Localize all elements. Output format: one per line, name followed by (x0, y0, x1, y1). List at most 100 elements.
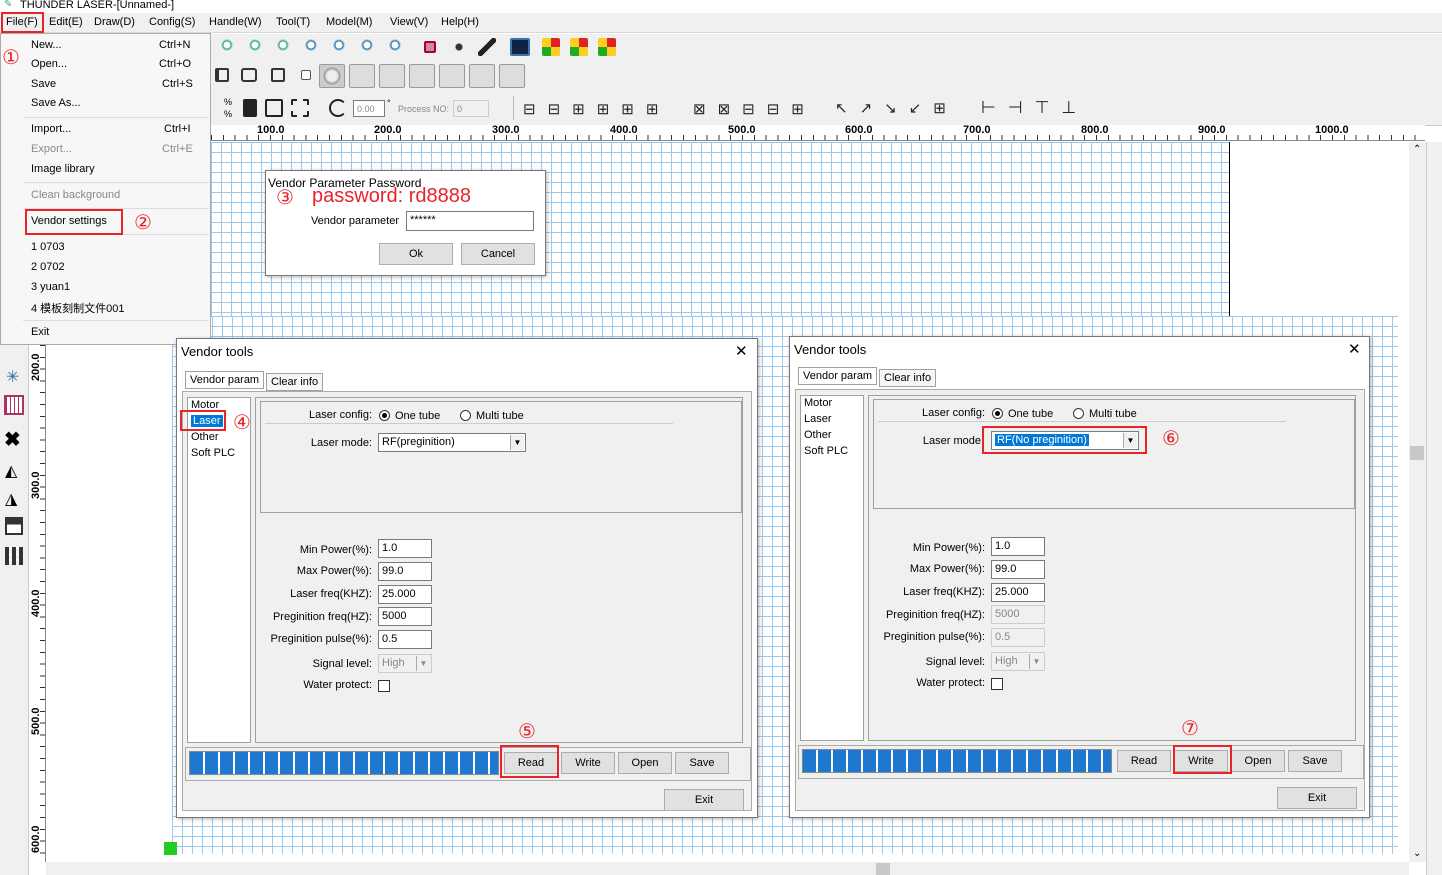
menu-item-recent-1[interactable]: 1 0703 (31, 241, 65, 253)
menu-item-exit[interactable]: Exit (31, 326, 49, 338)
list-item-laser[interactable]: Laser (804, 413, 832, 425)
select-frame-icon[interactable] (349, 64, 375, 88)
distribute-tools-icon[interactable]: ⊠⊠⊟⊟⊞ (693, 100, 816, 118)
menu-item-image-library[interactable]: Image library (31, 163, 95, 175)
image-icon[interactable] (5, 517, 23, 535)
menu-item-clean-background[interactable]: Clean background (31, 189, 120, 201)
open-button[interactable]: Open (618, 752, 672, 774)
menu-item-recent-3[interactable]: 3 yuan1 (31, 281, 70, 293)
signal-level-select[interactable]: High ▼ (378, 654, 432, 673)
menu-tool[interactable]: Tool(T) (276, 16, 310, 28)
water-protect-checkbox[interactable] (378, 680, 390, 692)
import-icon[interactable] (215, 68, 229, 82)
frame-icon[interactable] (291, 99, 309, 117)
rotate-icon[interactable] (329, 99, 347, 117)
edge-align-icon[interactable]: ⊢⊣⊤⊥ (981, 98, 1088, 118)
signal-level-select[interactable]: High ▼ (991, 652, 1045, 671)
tab-clear-info[interactable]: Clear info (879, 369, 937, 387)
grid-icon[interactable] (265, 99, 283, 117)
preginition-pulse-input[interactable]: 0.5 (378, 630, 432, 649)
process-no-input[interactable]: 0 (453, 100, 489, 117)
min-power-input[interactable]: 1.0 (991, 537, 1045, 556)
color-layer-icon-3[interactable] (598, 38, 616, 56)
vertical-scrollbar[interactable]: ⌃ ⌄ (1409, 142, 1426, 862)
zoom-window-icon[interactable] (304, 38, 322, 56)
arrange-arrows-icon[interactable]: ↖↗↘↙⊞ (835, 99, 958, 117)
menu-model[interactable]: Model(M) (326, 16, 372, 28)
close-icon[interactable]: ✕ (1348, 340, 1361, 358)
horizontal-scrollbar[interactable] (46, 862, 1409, 875)
max-power-input[interactable]: 99.0 (991, 560, 1045, 579)
menu-draw[interactable]: Draw(D) (94, 16, 135, 28)
color-layer-icon-2[interactable] (570, 38, 588, 56)
list-item-soft-plc[interactable]: Soft PLC (191, 447, 235, 459)
list-item-soft-plc[interactable]: Soft PLC (804, 445, 848, 457)
monitor-icon[interactable] (510, 38, 530, 56)
h-scroll-thumb[interactable] (876, 863, 890, 875)
ok-button[interactable]: Ok (379, 243, 453, 265)
scroll-up-icon[interactable]: ⌃ (1413, 144, 1421, 155)
menu-config[interactable]: Config(S) (149, 16, 195, 28)
one-tube-radio[interactable] (379, 410, 390, 421)
menu-handle[interactable]: Handle(W) (209, 16, 262, 28)
tab-vendor-param[interactable]: Vendor param (798, 367, 878, 385)
preview-eye-icon[interactable] (469, 64, 495, 88)
array-icon[interactable] (439, 64, 465, 88)
zoom-out-icon[interactable] (276, 38, 294, 56)
menu-help[interactable]: Help(H) (441, 16, 479, 28)
laser-freq-input[interactable]: 25.000 (991, 583, 1045, 602)
list-item-motor[interactable]: Motor (804, 397, 832, 409)
water-protect-checkbox[interactable] (991, 678, 1003, 690)
mirror-v-icon[interactable]: ◮ (5, 489, 17, 509)
sphere-icon[interactable] (319, 64, 345, 88)
scroll-down-icon[interactable]: ⌄ (1413, 848, 1421, 859)
delete-x-icon[interactable]: ✖ (4, 427, 21, 452)
print-icon[interactable] (241, 68, 257, 82)
zoom-plus-icon[interactable] (248, 38, 266, 56)
menu-item-save[interactable]: Save (31, 78, 56, 90)
read-button[interactable]: Read (1117, 750, 1171, 772)
menu-item-export[interactable]: Export... (31, 143, 72, 155)
multi-tube-radio[interactable] (460, 410, 471, 421)
menu-item-save-as[interactable]: Save As... (31, 97, 81, 109)
menu-view[interactable]: View(V) (390, 16, 428, 28)
mirror-h-icon[interactable]: ◭ (5, 461, 17, 481)
cancel-button[interactable]: Cancel (461, 243, 535, 265)
write-button[interactable]: Write (561, 752, 615, 774)
menu-item-import[interactable]: Import... (31, 123, 71, 135)
open-button[interactable]: Open (1231, 750, 1285, 772)
rectangle-tool-icon[interactable] (424, 41, 436, 53)
zoom-in-icon[interactable] (220, 38, 238, 56)
list-item-other[interactable]: Other (804, 429, 832, 441)
multi-tube-radio[interactable] (1073, 408, 1084, 419)
checkbox-tool-icon[interactable] (301, 70, 311, 80)
settings-gear-icon[interactable] (499, 64, 525, 88)
node-edit-icon[interactable] (450, 38, 468, 56)
exit-button[interactable]: Exit (664, 789, 744, 811)
save-button[interactable]: Save (675, 752, 729, 774)
angle-input[interactable]: 0.00 (353, 100, 385, 117)
zoom-all-icon[interactable] (388, 38, 406, 56)
one-tube-radio[interactable] (992, 408, 1003, 419)
pen-tool-icon[interactable] (478, 38, 496, 56)
lock-icon[interactable] (243, 99, 257, 117)
menu-item-new[interactable]: New... (31, 39, 62, 51)
check-icon[interactable] (379, 64, 405, 88)
tab-vendor-param[interactable]: Vendor param (185, 371, 265, 389)
zoom-page-icon[interactable] (332, 38, 350, 56)
preginition-freq-input[interactable]: 5000 (378, 607, 432, 626)
min-power-input[interactable]: 1.0 (378, 539, 432, 558)
zoom-select-icon[interactable] (360, 38, 378, 56)
scroll-thumb[interactable] (1410, 446, 1424, 460)
laser-freq-input[interactable]: 25.000 (378, 585, 432, 604)
list-item-other[interactable]: Other (191, 431, 219, 443)
matrix-icon[interactable] (5, 547, 23, 565)
align-tools-icon[interactable]: ⊟⊟⊞⊞⊞⊞ (523, 100, 670, 118)
color-layer-icon-1[interactable] (542, 38, 560, 56)
exit-button[interactable]: Exit (1277, 787, 1357, 809)
vendor-parameter-input[interactable]: ****** (406, 211, 534, 231)
preginition-freq-input[interactable]: 5000 (991, 605, 1045, 624)
grid-array-icon[interactable] (4, 395, 24, 415)
preginition-pulse-input[interactable]: 0.5 (991, 628, 1045, 647)
laser-mode-select[interactable]: RF(preginition) ▼ (378, 433, 526, 452)
